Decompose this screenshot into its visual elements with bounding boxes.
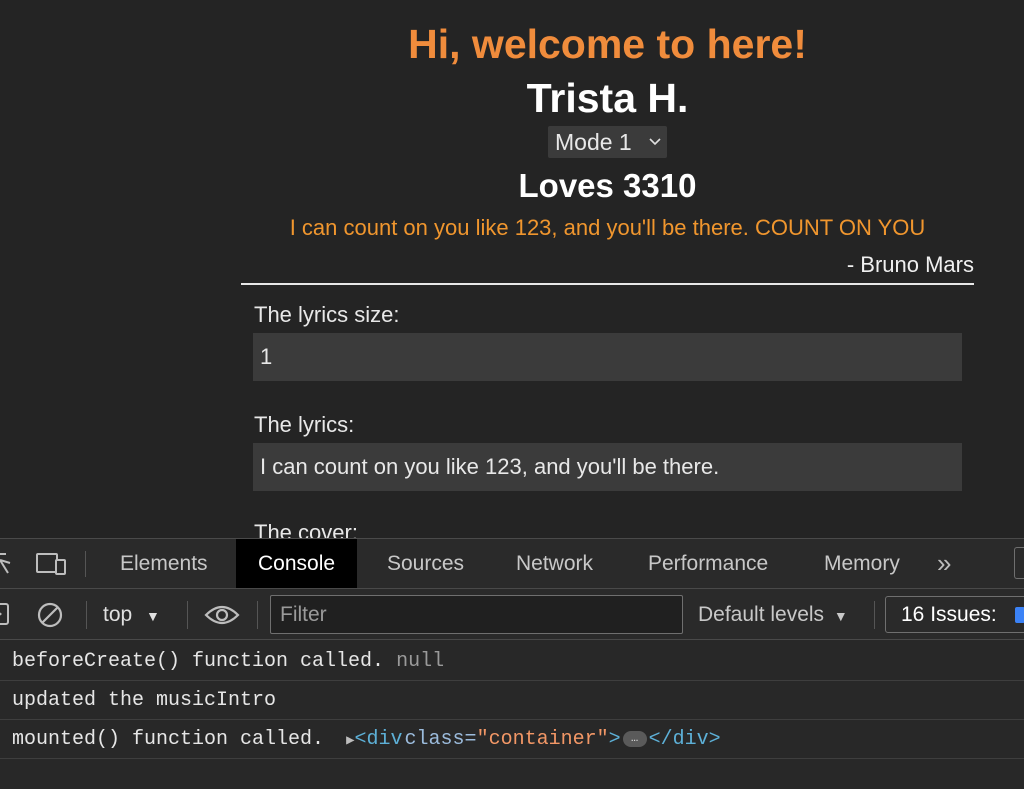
issues-count: 16 Issues: [901,603,997,626]
rendered-page: Hi, welcome to here! Trista H. Mode 1 Lo… [0,0,1024,538]
console-message-text: beforeCreate() function called. [12,650,385,673]
console-message-text: updated the musicIntro [12,689,277,712]
element-tag-gt: > [608,728,621,751]
quote-author: - Bruno Mars [846,252,974,277]
console-message[interactable]: updated the musicIntro [0,681,1024,720]
issue-message-icon [1014,607,1024,624]
tab-performance[interactable]: Performance [648,539,768,588]
console-message[interactable]: mounted() function called. ▶<div class="… [0,720,1024,759]
element-tag-close: </div> [648,728,721,751]
divider [241,283,974,285]
panel-edge [1014,547,1024,579]
tab-network[interactable]: Network [516,539,593,588]
eye-icon[interactable] [204,601,240,634]
chevron-down-icon [648,126,662,169]
tab-elements[interactable]: Elements [120,539,208,588]
filter-input[interactable]: Filter [270,595,683,634]
devtools-tabbar: Elements Console Sources Network Perform… [0,539,1024,589]
levels-label: Default levels [698,603,825,626]
lyrics-size-label: The lyrics size: [254,302,400,327]
name-heading: Trista H. [526,75,689,121]
default-levels-dropdown[interactable]: Default levels ▼ [698,589,848,640]
separator [86,601,87,629]
console-toolbar: top ▼ Filter Default levels ▼ 16 Issues: [0,589,1024,640]
issues-button[interactable]: 16 Issues: [885,596,1024,633]
element-attr-value: "container" [476,728,609,751]
quote-text: I can count on you like 123, and you'll … [289,215,926,240]
more-tabs-icon[interactable]: » [937,539,951,588]
cover-label: The cover: [254,520,358,538]
ellipsis-icon[interactable]: … [622,730,647,747]
lyrics-size-input[interactable]: 1 [253,333,962,381]
loves-heading: Loves 3310 [518,167,697,204]
context-value: top [103,603,133,626]
separator [85,551,86,577]
console-message[interactable]: beforeCreate() function called. null [0,642,1024,681]
console-message-text: mounted() function called. [12,728,325,751]
element-tag-open[interactable]: <div [355,728,403,751]
element-attr-name: class= [404,728,477,751]
dropdown-triangle-icon: ▼ [146,608,160,624]
clear-console-icon[interactable] [36,601,64,634]
tab-memory[interactable]: Memory [824,539,900,588]
tab-console[interactable]: Console [236,539,358,588]
separator [187,601,188,629]
separator [257,601,258,629]
inspect-element-icon[interactable] [0,551,12,582]
expand-triangle-icon[interactable]: ▶ [346,733,354,749]
lyrics-input[interactable]: I can count on you like 123, and you'll … [253,443,962,491]
devtools-panel: Elements Console Sources Network Perform… [0,538,1024,789]
sidebar-toggle-icon[interactable] [0,602,10,631]
dropdown-triangle-icon: ▼ [833,608,848,624]
mode-select[interactable]: Mode 1 [548,126,667,158]
context-select[interactable]: top ▼ [103,589,160,640]
tab-sources[interactable]: Sources [387,539,464,588]
device-toolbar-icon[interactable] [36,552,68,581]
separator [874,601,875,629]
console-null-value: null [396,650,445,673]
lyrics-label: The lyrics: [254,412,355,437]
welcome-heading: Hi, welcome to here! [408,21,807,67]
mode-select-value: Mode 1 [555,129,632,155]
